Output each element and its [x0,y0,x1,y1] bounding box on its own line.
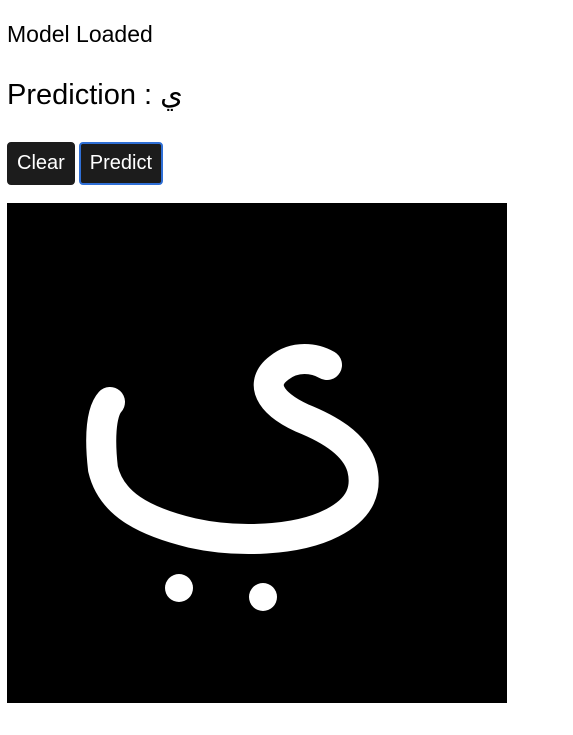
prediction-value: ي [160,79,183,111]
toolbar: Clear Predict [7,142,164,185]
drawing-surface[interactable] [7,203,507,703]
prediction-label: Prediction : [7,79,161,111]
model-status-text: Model Loaded [7,21,153,47]
page: Model Loaded Prediction : ي Clear Predic… [0,0,573,735]
predict-button[interactable]: Predict [78,142,164,185]
drawn-dot-right [249,583,277,611]
clear-button[interactable]: Clear [7,142,75,185]
drawn-dot-left [165,574,193,602]
prediction-heading: Prediction : ي [7,78,183,112]
drawn-letter-stroke [86,344,379,554]
drawing-canvas[interactable] [7,203,507,703]
